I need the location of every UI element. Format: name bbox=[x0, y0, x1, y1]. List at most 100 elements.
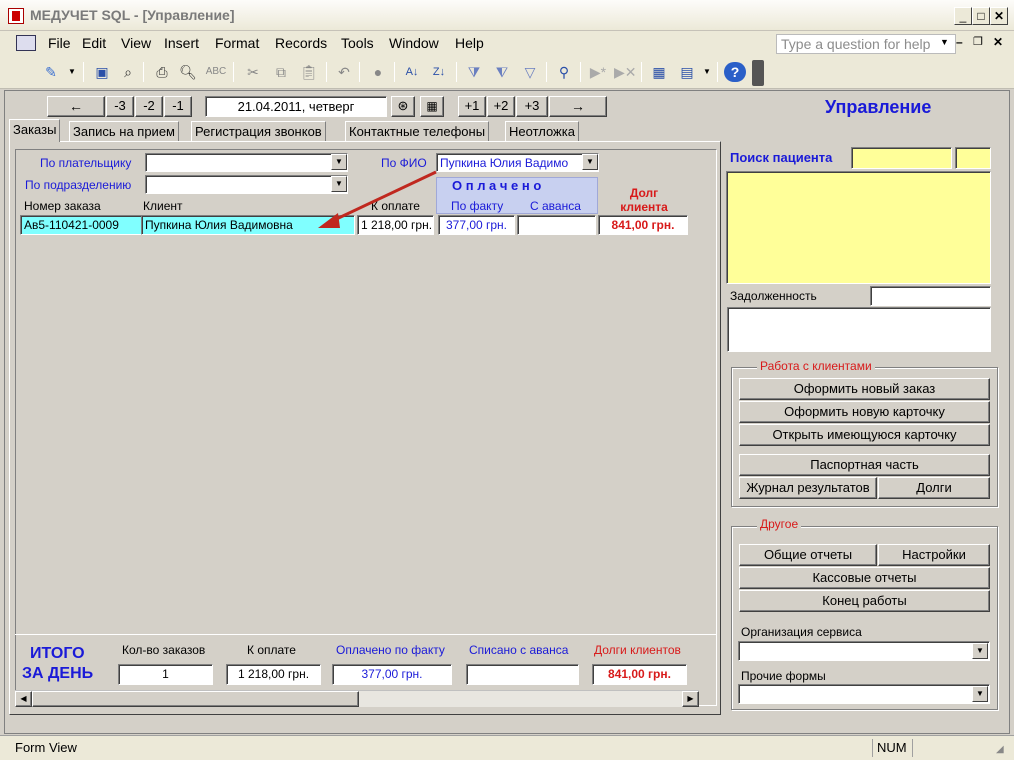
mdi-close-button[interactable]: ✕ bbox=[993, 35, 1003, 49]
patient-results-list[interactable] bbox=[726, 171, 991, 284]
file-search-icon[interactable]: ⌕ bbox=[117, 62, 139, 82]
new-order-button[interactable]: Оформить новый заказ bbox=[739, 378, 990, 400]
print-icon[interactable]: ⎙ bbox=[151, 62, 173, 82]
view-dropdown-icon[interactable]: ▼ bbox=[68, 67, 76, 76]
sort-descending-icon[interactable]: Z↓ bbox=[428, 62, 450, 82]
totals-count-value: 1 bbox=[118, 664, 213, 685]
plus3-button[interactable]: +3 bbox=[516, 96, 548, 117]
tab-appointments[interactable]: Запись на прием bbox=[69, 121, 179, 141]
cell-order-no[interactable]: Ав5-110421-0009 bbox=[20, 215, 142, 235]
totals-to-pay-label: К оплате bbox=[247, 643, 296, 657]
minus1-button[interactable]: -1 bbox=[164, 96, 192, 117]
help-dropdown-icon[interactable]: ▼ bbox=[940, 37, 949, 47]
open-card-button[interactable]: Открыть имеющуюся карточку bbox=[739, 424, 990, 446]
new-card-button[interactable]: Оформить новую карточку bbox=[739, 401, 990, 423]
cut-icon[interactable]: ✂ bbox=[242, 62, 264, 82]
service-org-combo[interactable] bbox=[738, 641, 990, 661]
service-org-dropdown-icon[interactable]: ▼ bbox=[972, 643, 988, 659]
database-window-icon[interactable]: ▦ bbox=[648, 62, 670, 82]
back-arrow-button[interactable]: ← bbox=[47, 96, 105, 117]
tab-contact-phones[interactable]: Контактные телефоны bbox=[345, 121, 490, 141]
menu-file[interactable]: File bbox=[48, 35, 71, 51]
menu-view[interactable]: View bbox=[121, 35, 151, 51]
minus3-button[interactable]: -3 bbox=[106, 96, 134, 117]
cash-reports-button[interactable]: Кассовые отчеты bbox=[739, 567, 990, 589]
mdi-minimize-button[interactable]: – bbox=[956, 35, 963, 49]
maximize-button[interactable]: □ bbox=[972, 7, 990, 25]
calendar-button[interactable]: ▦ bbox=[420, 96, 444, 117]
delete-record-icon[interactable]: ▶✕ bbox=[614, 62, 637, 82]
scroll-right-icon[interactable]: ▶ bbox=[682, 691, 699, 707]
tab-call-registration[interactable]: Регистрация звонков bbox=[191, 121, 326, 141]
toolbar-options-icon[interactable] bbox=[752, 60, 764, 86]
menu-records[interactable]: Records bbox=[275, 35, 327, 51]
debts-button[interactable]: Долги bbox=[878, 477, 990, 499]
forward-arrow-button[interactable]: → bbox=[549, 96, 607, 117]
menu-format[interactable]: Format bbox=[215, 35, 259, 51]
debt-details-box bbox=[727, 307, 991, 352]
minimize-button[interactable]: _ bbox=[954, 7, 972, 25]
page-title: Управление bbox=[825, 97, 932, 117]
passport-part-button[interactable]: Паспортная часть bbox=[739, 454, 990, 476]
plus1-button[interactable]: +1 bbox=[458, 96, 486, 117]
cell-debt[interactable]: 841,00 грн. bbox=[598, 215, 688, 235]
design-view-icon[interactable]: ✎ bbox=[40, 62, 62, 82]
save-icon[interactable]: ▣ bbox=[91, 62, 113, 82]
general-reports-button[interactable]: Общие отчеты bbox=[739, 544, 877, 566]
results-log-button[interactable]: Журнал результатов bbox=[739, 477, 877, 499]
filter-by-selection-icon[interactable]: ⧩ bbox=[463, 62, 485, 82]
fio-filter-combo[interactable]: Пупкина Юлия Вадимо bbox=[436, 153, 599, 172]
minus2-button[interactable]: -2 bbox=[135, 96, 163, 117]
other-group-title: Другое bbox=[757, 517, 802, 531]
window-title: МЕДУЧЕТ SQL - [Управление] bbox=[30, 7, 235, 23]
cell-paid-advance[interactable] bbox=[517, 215, 596, 235]
new-object-dropdown-icon[interactable]: ▼ bbox=[703, 67, 711, 76]
status-bar: Form View NUM ◢ bbox=[0, 735, 1014, 760]
menu-window[interactable]: Window bbox=[389, 35, 439, 51]
new-record-icon[interactable]: ▶* bbox=[587, 62, 609, 82]
other-forms-combo[interactable] bbox=[738, 684, 990, 704]
menu-edit[interactable]: Edit bbox=[82, 35, 106, 51]
menu-insert[interactable]: Insert bbox=[164, 35, 199, 51]
fio-filter-dropdown-icon[interactable]: ▼ bbox=[582, 154, 598, 170]
scroll-thumb[interactable] bbox=[32, 691, 359, 707]
find-icon[interactable]: ⚲ bbox=[553, 62, 575, 82]
resize-grip-icon[interactable]: ◢ bbox=[996, 744, 1004, 755]
date-field[interactable]: 21.04.2011, четверг bbox=[205, 96, 387, 117]
mdi-restore-button[interactable]: ❐ bbox=[973, 35, 983, 48]
end-work-button[interactable]: Конец работы bbox=[739, 590, 990, 612]
form-menu-icon[interactable] bbox=[16, 35, 36, 51]
patient-search-input[interactable] bbox=[851, 147, 952, 169]
clients-group-title: Работа с клиентами bbox=[757, 359, 875, 373]
hyperlink-icon[interactable]: ● bbox=[367, 62, 389, 82]
filter-by-form-icon[interactable]: ⧨ bbox=[491, 62, 513, 82]
settings-button[interactable]: Настройки bbox=[878, 544, 990, 566]
tab-emergency[interactable]: Неотложка bbox=[505, 121, 579, 141]
other-forms-dropdown-icon[interactable]: ▼ bbox=[972, 686, 988, 702]
horizontal-scrollbar[interactable]: ◀ ▶ bbox=[15, 690, 699, 707]
patient-search-extra-input[interactable] bbox=[955, 147, 991, 169]
scroll-left-icon[interactable]: ◀ bbox=[15, 691, 32, 707]
status-divider bbox=[872, 739, 873, 757]
paste-icon[interactable]: 📋︎ bbox=[298, 62, 320, 82]
help-question-input[interactable]: Type a question for help bbox=[776, 34, 956, 54]
tab-orders[interactable]: Заказы bbox=[9, 119, 61, 142]
undo-icon[interactable]: ↶ bbox=[333, 62, 355, 82]
new-object-icon[interactable]: ▤ bbox=[676, 62, 698, 82]
apply-filter-icon[interactable]: ▽ bbox=[519, 62, 541, 82]
sort-ascending-icon[interactable]: A↓ bbox=[401, 62, 423, 82]
patient-search-label: Поиск пациента bbox=[730, 150, 833, 165]
copy-icon[interactable]: ⧉ bbox=[270, 62, 292, 82]
menu-tools[interactable]: Tools bbox=[341, 35, 374, 51]
help-icon[interactable]: ? bbox=[724, 62, 746, 82]
spelling-icon[interactable]: ABC bbox=[205, 62, 227, 82]
col-paid-fact-header: По факту bbox=[451, 199, 504, 213]
clock-button[interactable]: ⊛ bbox=[391, 96, 415, 117]
plus2-button[interactable]: +2 bbox=[487, 96, 515, 117]
totals-debt-value: 841,00 грн. bbox=[592, 664, 687, 685]
cell-paid-fact[interactable]: 377,00 грн. bbox=[438, 215, 515, 235]
close-button[interactable]: ✕ bbox=[990, 7, 1008, 25]
print-preview-icon[interactable]: 🔍︎ bbox=[177, 62, 199, 82]
toolbar: ✎ ▼ ▣ ⌕ ⎙ 🔍︎ ABC ✂ ⧉ 📋︎ ↶ ● A↓ Z↓ ⧩ ⧨ ▽ … bbox=[0, 55, 1014, 89]
menu-help[interactable]: Help bbox=[455, 35, 484, 51]
